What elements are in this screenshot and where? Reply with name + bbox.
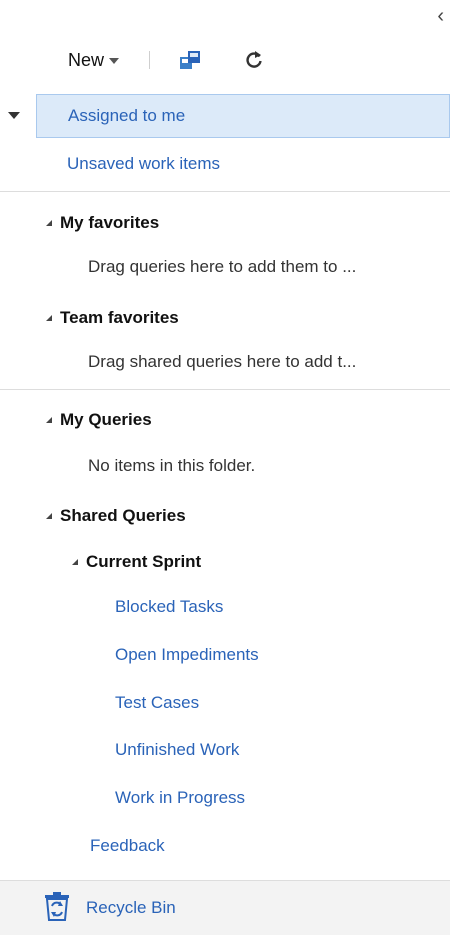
section-divider: [0, 389, 450, 390]
folder-label: My Queries: [60, 410, 152, 429]
expand-collapse-icon[interactable]: [8, 112, 20, 119]
recycle-bin-button[interactable]: Recycle Bin: [0, 880, 450, 935]
folder-label: Team favorites: [60, 308, 179, 327]
hint-text: Drag shared queries here to add t...: [88, 352, 357, 371]
tree-item-open-impediments[interactable]: Open Impediments: [0, 633, 450, 677]
tree-item-work-in-progress[interactable]: Work in Progress: [0, 776, 450, 820]
folder-label: Shared Queries: [60, 506, 186, 525]
tree-item-feedback[interactable]: Feedback: [0, 824, 450, 868]
hint-text: Drag queries here to add them to ...: [88, 257, 357, 276]
empty-folder-text: No items in this folder.: [88, 456, 256, 475]
new-button-label: New: [68, 49, 105, 70]
tree-folder-shared-queries[interactable]: Shared Queries: [0, 494, 450, 538]
tree-folder-team-favorites[interactable]: Team favorites: [0, 296, 450, 340]
query-link-label: Test Cases: [115, 693, 200, 712]
query-explorer-panel: ‹ New Assigned to me Unsaved work items …: [0, 0, 450, 935]
tree-empty-my-queries: No items in this folder.: [0, 444, 450, 488]
tree-hint-my-favorites: Drag queries here to add them to ...: [0, 245, 450, 289]
tree-folder-my-favorites[interactable]: My favorites: [0, 201, 450, 245]
tree-folder-my-queries[interactable]: My Queries: [0, 398, 450, 442]
caret-down-icon: [109, 58, 120, 64]
tree-item-label: Assigned to me: [68, 106, 186, 125]
query-link-label: Blocked Tasks: [115, 597, 224, 616]
query-link-label: Open Impediments: [115, 645, 259, 664]
section-divider: [0, 191, 450, 192]
tree-hint-team-favorites: Drag shared queries here to add t...: [0, 340, 450, 384]
collapse-triangle-icon: [46, 417, 52, 423]
new-query-button[interactable]: New: [68, 49, 120, 71]
tree-item-unsaved-work-items[interactable]: Unsaved work items: [0, 142, 450, 186]
query-link-label: Feedback: [90, 836, 165, 855]
tree-item-test-cases[interactable]: Test Cases: [0, 681, 450, 725]
tree-item-assigned-to-me[interactable]: Assigned to me: [36, 94, 450, 138]
collapse-triangle-icon: [46, 315, 52, 321]
query-link-label: Work in Progress: [115, 788, 246, 807]
query-toolbar: New: [68, 44, 266, 76]
collapse-triangle-icon: [72, 559, 78, 565]
collapse-triangle-icon: [46, 220, 52, 226]
tree-folder-current-sprint[interactable]: Current Sprint: [0, 540, 450, 584]
query-link-label: Unfinished Work: [115, 740, 240, 759]
folder-label: Current Sprint: [86, 552, 202, 571]
toolbar-separator: [149, 51, 151, 69]
collapse-triangle-icon: [46, 513, 52, 519]
refresh-icon[interactable]: [242, 48, 266, 72]
recycle-bin-icon: [40, 889, 74, 928]
chevron-left-icon[interactable]: ‹: [437, 6, 444, 26]
recycle-bin-label: Recycle Bin: [86, 898, 176, 917]
save-query-icon[interactable]: [178, 48, 202, 72]
tree-item-label: Unsaved work items: [67, 154, 221, 173]
tree-item-unfinished-work[interactable]: Unfinished Work: [0, 728, 450, 772]
folder-label: My favorites: [60, 213, 160, 232]
tree-item-blocked-tasks[interactable]: Blocked Tasks: [0, 585, 450, 629]
